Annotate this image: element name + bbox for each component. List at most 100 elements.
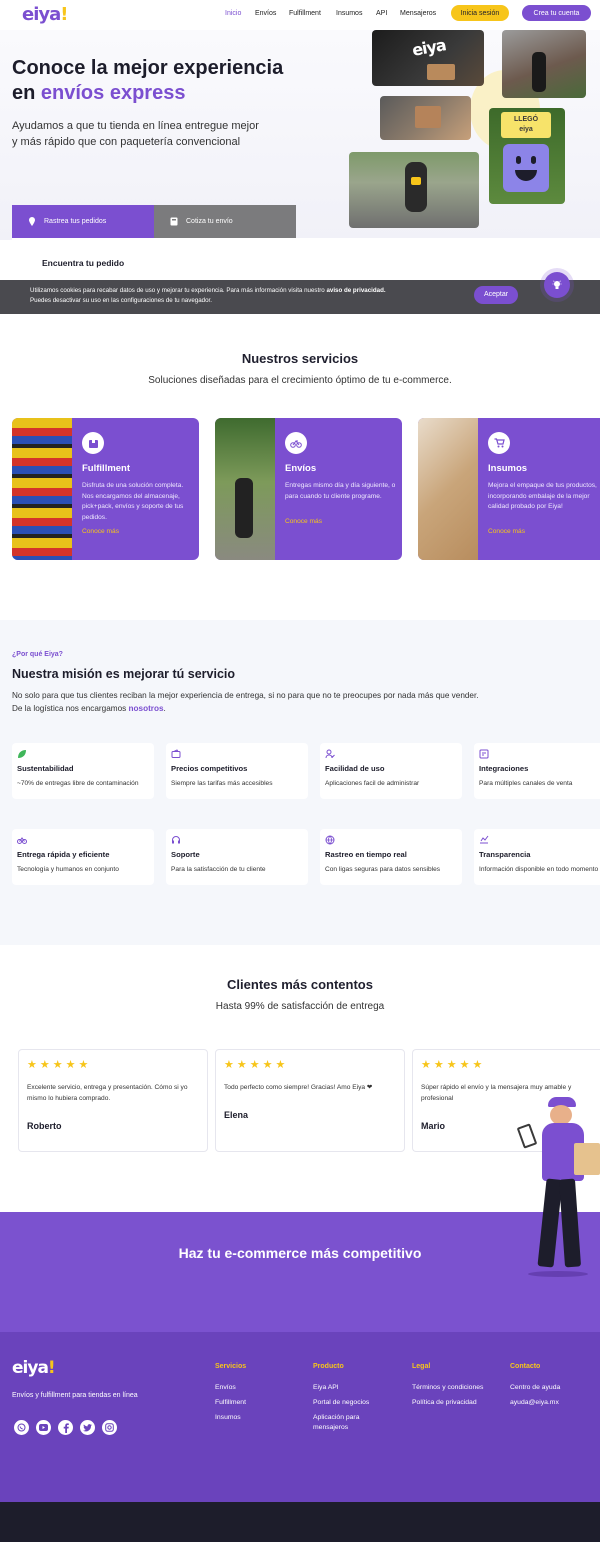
service-desc: Disfruta de una solución completa. Nos e…: [82, 482, 184, 521]
feature-title: Sustentabilidad: [17, 764, 74, 773]
review-card: ★★★★★ Excelente servicio, entrega y pres…: [18, 1049, 208, 1152]
service-title: Fulfillment: [82, 463, 131, 474]
service-card-envios[interactable]: Envíos Entregas mismo día y día siguient…: [215, 418, 402, 560]
review-text: Excelente servicio, entrega y presentaci…: [27, 1084, 188, 1102]
tracking-panel: Encuentra tu pedido: [12, 238, 600, 280]
footer: eiya! Envíos y fulfillment para tiendas …: [0, 1332, 600, 1502]
signup-button[interactable]: Crea tu cuenta: [522, 5, 591, 21]
footer-logo[interactable]: eiya!: [12, 1358, 56, 1378]
feature-title: Precios competitivos: [171, 764, 248, 773]
rating-stars: ★★★★★: [27, 1059, 92, 1071]
smiley-box: [503, 144, 549, 192]
social-icons: [14, 1420, 117, 1435]
bicycle-icon: [285, 432, 307, 454]
bottom-bar: [0, 1502, 600, 1542]
courier-badge: [411, 177, 421, 185]
whatsapp-icon[interactable]: [14, 1420, 29, 1435]
feature-desc: Para la satisfacción de tu cliente: [171, 866, 266, 873]
feature-title: Entrega rápida y eficiente: [17, 850, 110, 859]
reviewer-name: Mario: [421, 1121, 446, 1131]
footer-email[interactable]: ayuda@eiya.mx: [510, 1398, 560, 1408]
transparency-icon: [480, 835, 489, 844]
find-order-label: Encuentra tu pedido: [42, 258, 125, 268]
services-subtitle: Soluciones diseñadas para el crecimiento…: [148, 375, 452, 386]
nav-link-envios[interactable]: Envíos: [255, 10, 276, 17]
instagram-icon[interactable]: [102, 1420, 117, 1435]
photo-courier-door: [502, 30, 586, 98]
courier-silhouette: [235, 478, 253, 538]
feature-card: Rastreo en tiempo real Con ligas seguras …: [320, 829, 462, 885]
footer-link[interactable]: Envíos: [215, 1383, 246, 1393]
youtube-icon[interactable]: [36, 1420, 51, 1435]
feature-card: Entrega rápida y eficiente Tecnología y h…: [12, 829, 154, 885]
courier-silhouette: [405, 162, 427, 212]
reviews-title: Clientes más contentos: [227, 977, 373, 992]
footer-link[interactable]: Aplicación para mensajeros: [313, 1413, 373, 1433]
nav-link-inicio[interactable]: Inicio: [225, 10, 241, 17]
login-button[interactable]: Inicia sesión: [451, 5, 509, 21]
review-card: ★★★★★ Todo perfecto como siempre! Gracia…: [215, 1049, 405, 1152]
service-title: Insumos: [488, 463, 528, 474]
service-link[interactable]: Conoce más: [285, 518, 322, 525]
feature-desc: Información disponible en todo momento: [479, 866, 599, 873]
photo-eiya-sign: LLEGÓ eiya: [489, 108, 565, 204]
cookie-text: Utilizamos cookies para recabar datos de…: [30, 287, 386, 304]
feature-desc: Para múltiples canales de venta: [479, 780, 573, 787]
leg: [558, 1178, 582, 1268]
nav-link-api[interactable]: API: [376, 10, 387, 17]
service-link[interactable]: Conoce más: [488, 528, 525, 535]
feature-desc: Siempre las tarifas más accesibles: [171, 780, 273, 787]
cart-icon: [488, 432, 510, 454]
service-link[interactable]: Conoce más: [82, 528, 119, 535]
why-text: No solo para que tus clientes reciban la…: [12, 691, 479, 713]
tab-quote[interactable]: Cotiza tu envío: [154, 205, 296, 238]
cookie-banner: Utilizamos cookies para recabar datos de…: [0, 280, 600, 314]
service-desc: Entregas mismo día y día siguiente, o pa…: [285, 482, 396, 500]
feature-title: Soporte: [171, 850, 200, 859]
wallet-icon: [171, 749, 181, 758]
hero-title: Conoce la mejor experiencia en envíos ex…: [12, 57, 284, 104]
logo[interactable]: eiya!: [22, 4, 69, 25]
help-bulb-button[interactable]: [544, 272, 570, 298]
photo-courier-bike: [349, 152, 479, 228]
package-shape: [427, 64, 455, 80]
feature-card: Integraciones Para múltiples canales de v…: [474, 743, 600, 799]
reviewer-name: Elena: [224, 1110, 249, 1120]
photo-delivery-bag: eiya: [372, 30, 484, 86]
footer-link[interactable]: Eiya API: [313, 1383, 393, 1393]
footer-tagline: Envíos y fulfillment para tiendas en lín…: [12, 1392, 138, 1399]
footer-link[interactable]: Centro de ayuda: [510, 1383, 560, 1393]
feature-title: Rastreo en tiempo real: [325, 850, 407, 859]
footer-link[interactable]: Política de privacidad: [412, 1398, 483, 1408]
tab-track[interactable]: Rastrea tus pedidos: [12, 205, 154, 238]
nav-link-insumos[interactable]: Insumos: [336, 10, 362, 17]
nav-link-mensajeros[interactable]: Mensajeros: [400, 10, 436, 17]
service-title: Envíos: [285, 463, 317, 474]
footer-link[interactable]: Portal de negocios: [313, 1398, 393, 1408]
tablet: [516, 1123, 538, 1149]
twitter-icon[interactable]: [80, 1420, 95, 1435]
nav-link-fulfillment[interactable]: Fulfillment: [289, 10, 321, 17]
footer-link[interactable]: Fulfillment: [215, 1398, 246, 1408]
facebook-icon[interactable]: [58, 1420, 73, 1435]
footer-col-legal: Legal Términos y condiciones Política de…: [412, 1363, 484, 1408]
cardboard-boxes-image: [418, 418, 478, 560]
shadow: [528, 1271, 588, 1277]
footer-link[interactable]: Insumos: [215, 1413, 246, 1423]
service-card-insumos[interactable]: Insumos Mejora el empaque de tus product…: [418, 418, 600, 560]
reviews-subtitle: Hasta 99% de satisfacción de entrega: [215, 1001, 385, 1012]
accept-cookies-button[interactable]: Aceptar: [474, 286, 518, 304]
why-title: Nuestra misión es mejorar tú servicio: [12, 667, 236, 681]
footer-link[interactable]: Términos y condiciones: [412, 1383, 483, 1393]
service-card-fulfillment[interactable]: Fulfillment Disfruta de una solución com…: [12, 418, 199, 560]
smiley-mouth: [515, 170, 537, 181]
courier-walking-image: [215, 418, 275, 560]
photo-package-handoff: [380, 96, 471, 140]
parcel: [574, 1143, 600, 1175]
courier-silhouette: [532, 52, 546, 92]
feature-title: Transparencia: [479, 850, 531, 859]
feature-card: Precios competitivos Siempre las tarifas …: [166, 743, 308, 799]
why-eyebrow: ¿Por qué Eiya?: [12, 651, 63, 658]
privacy-link[interactable]: aviso de privacidad.: [326, 287, 385, 294]
calculator-icon: [170, 217, 178, 226]
